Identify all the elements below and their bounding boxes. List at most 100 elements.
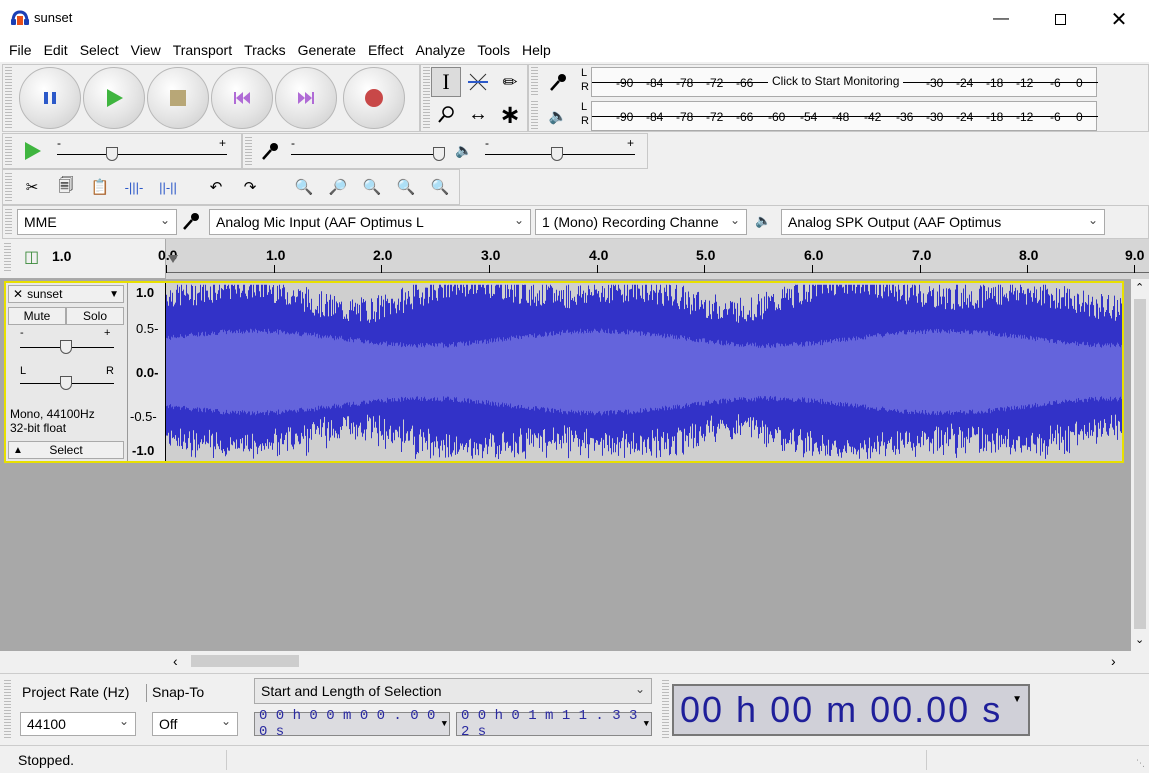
- close-icon[interactable]: ✕: [13, 287, 23, 301]
- playback-device-select[interactable]: Analog SPK Output (AAF Optimus ⌄: [781, 209, 1105, 235]
- stop-button[interactable]: [147, 67, 209, 129]
- toolbar-grip[interactable]: [5, 137, 12, 165]
- amplitude-tick-label: -1.0: [132, 443, 155, 458]
- envelope-tool[interactable]: [463, 67, 493, 97]
- vertical-scrollbar[interactable]: ⌃ ⌄: [1131, 279, 1149, 651]
- mute-button[interactable]: Mute: [8, 307, 66, 325]
- toolbar-grip[interactable]: [423, 67, 430, 129]
- scroll-left-icon[interactable]: ‹: [173, 653, 178, 669]
- pause-button[interactable]: [19, 67, 81, 129]
- project-rate-select[interactable]: 44100 ⌄: [20, 712, 136, 736]
- skip-to-end-button[interactable]: [275, 67, 337, 129]
- pin-icon[interactable]: ◫: [24, 247, 39, 267]
- gain-slider-thumb[interactable]: [60, 340, 72, 354]
- trim-audio-button[interactable]: -|||-: [121, 174, 147, 200]
- menu-view[interactable]: View: [125, 42, 167, 58]
- vertical-scroll-thumb[interactable]: [1134, 299, 1146, 629]
- selection-length-time[interactable]: 0 0 h 0 1 m 1 1 . 3 3 2 s ▼: [456, 708, 652, 740]
- menu-effect[interactable]: Effect: [362, 42, 410, 58]
- recording-volume-thumb[interactable]: [433, 147, 445, 161]
- audio-position-display[interactable]: 00 h 00 m 00.00 s ▼: [672, 684, 1030, 736]
- audio-host-select[interactable]: MME ⌄: [17, 209, 177, 235]
- toolbar-grip[interactable]: [245, 137, 252, 165]
- playback-meter[interactable]: -90 -84 -78 -72 -66 -60 -54 -48 -42 -36 …: [591, 101, 1098, 131]
- menu-analyze[interactable]: Analyze: [410, 42, 472, 58]
- minimize-button[interactable]: —: [978, 4, 1024, 34]
- menu-file[interactable]: File: [3, 42, 38, 58]
- snap-to-select[interactable]: Off ⌄: [152, 712, 238, 736]
- play-head-marker[interactable]: [168, 255, 178, 263]
- horizontal-scroll-thumb[interactable]: [191, 655, 299, 667]
- recording-device-select[interactable]: Analog Mic Input (AAF Optimus L ⌄: [209, 209, 531, 235]
- chevron-down-icon: ⌄: [159, 213, 170, 227]
- zoom-out-button[interactable]: 🔎: [325, 174, 351, 200]
- menu-select[interactable]: Select: [74, 42, 125, 58]
- silence-audio-button[interactable]: ||-||: [155, 174, 181, 200]
- toolbar-grip[interactable]: [4, 243, 11, 273]
- pause-icon: [44, 92, 56, 104]
- maximize-button[interactable]: [1037, 4, 1083, 34]
- resize-grip-icon[interactable]: ⋱: [1136, 758, 1145, 769]
- horizontal-scrollbar[interactable]: ‹ ›: [165, 651, 1131, 671]
- solo-button[interactable]: Solo: [66, 307, 124, 325]
- skip-to-start-button[interactable]: [211, 67, 273, 129]
- asterisk-icon: ∗: [499, 98, 521, 129]
- track-select-button[interactable]: ▲ Select: [8, 441, 124, 459]
- zoom-toggle-button[interactable]: 🔍: [427, 174, 453, 200]
- selection-start-time[interactable]: 0 0 h 0 0 m 0 0 . 0 0 0 s ▼: [254, 708, 450, 740]
- toolbar-grip[interactable]: [4, 680, 11, 740]
- tools-toolbar: I ✏ ↔ ∗: [420, 64, 528, 132]
- draw-tool[interactable]: ✏: [495, 67, 525, 97]
- play-button[interactable]: [83, 67, 145, 129]
- record-button[interactable]: [343, 67, 405, 129]
- selection-mode-select[interactable]: Start and Length of Selection ⌄: [254, 678, 652, 704]
- track-menu-button[interactable]: ✕ sunset ▼: [8, 285, 124, 303]
- selection-tool[interactable]: I: [431, 67, 461, 97]
- recording-channels-select[interactable]: 1 (Mono) Recording Channe ⌄: [535, 209, 747, 235]
- scroll-up-icon[interactable]: ⌃: [1135, 281, 1144, 294]
- menu-tracks[interactable]: Tracks: [238, 42, 291, 58]
- toolbar-grip[interactable]: [5, 173, 12, 201]
- toolbar-grip[interactable]: [531, 101, 538, 131]
- menu-transport[interactable]: Transport: [167, 42, 238, 58]
- play-speed-thumb[interactable]: [106, 147, 118, 161]
- copy-button[interactable]: 🗐: [53, 174, 79, 200]
- play-at-speed-button[interactable]: [19, 138, 45, 164]
- cut-button[interactable]: ✂: [19, 174, 45, 200]
- record-meter-button[interactable]: [545, 69, 571, 95]
- scroll-right-icon[interactable]: ›: [1111, 653, 1116, 669]
- toolbar-grip[interactable]: [5, 67, 12, 129]
- amplitude-ruler[interactable]: 1.0 0.5- 0.0- -0.5- -1.0: [128, 283, 166, 461]
- meter-tick: -6: [1050, 76, 1061, 90]
- record-meter[interactable]: -90 -84 -78 -72 -66 Click to Start Monit…: [591, 67, 1098, 97]
- fit-project-button[interactable]: 🔍: [393, 174, 419, 200]
- waveform[interactable]: [166, 283, 1122, 461]
- play-speed-slider[interactable]: [57, 154, 227, 155]
- menu-edit[interactable]: Edit: [38, 42, 74, 58]
- playback-meter-button[interactable]: 🔈: [545, 103, 571, 129]
- redo-button[interactable]: ↷: [237, 174, 263, 200]
- zoom-tool[interactable]: [431, 99, 461, 129]
- scroll-down-icon[interactable]: ⌄: [1135, 633, 1144, 646]
- menu-generate[interactable]: Generate: [292, 42, 362, 58]
- recording-volume-slider[interactable]: [291, 154, 441, 155]
- mixer-toolbar: - 🔈 - +: [242, 133, 648, 169]
- multi-tool[interactable]: ∗: [495, 99, 525, 129]
- toolbar-grip[interactable]: [531, 67, 538, 97]
- menu-help[interactable]: Help: [516, 42, 557, 58]
- menu-tools[interactable]: Tools: [471, 42, 516, 58]
- pan-slider-thumb[interactable]: [60, 376, 72, 390]
- audio-track[interactable]: ✕ sunset ▼ Mute Solo - + L R Mono, 44100…: [4, 281, 1124, 463]
- time-ruler[interactable]: 0.0 1.0 2.0 3.0 4.0 5.0 6.0 7.0 8.0 9.0: [158, 239, 1149, 279]
- paste-button[interactable]: 📋: [87, 174, 113, 200]
- toolbar-grip[interactable]: [5, 209, 12, 235]
- close-button[interactable]: ✕: [1096, 4, 1142, 34]
- zoom-in-button[interactable]: 🔍: [291, 174, 317, 200]
- start-monitoring-label[interactable]: Click to Start Monitoring: [768, 74, 904, 88]
- toolbar-grip[interactable]: [662, 680, 669, 740]
- time-shift-tool[interactable]: ↔: [463, 99, 493, 129]
- undo-button[interactable]: ↶: [203, 174, 229, 200]
- track-area[interactable]: ✕ sunset ▼ Mute Solo - + L R Mono, 44100…: [0, 279, 1131, 651]
- fit-selection-button[interactable]: 🔍: [359, 174, 385, 200]
- playback-volume-thumb[interactable]: [551, 147, 563, 161]
